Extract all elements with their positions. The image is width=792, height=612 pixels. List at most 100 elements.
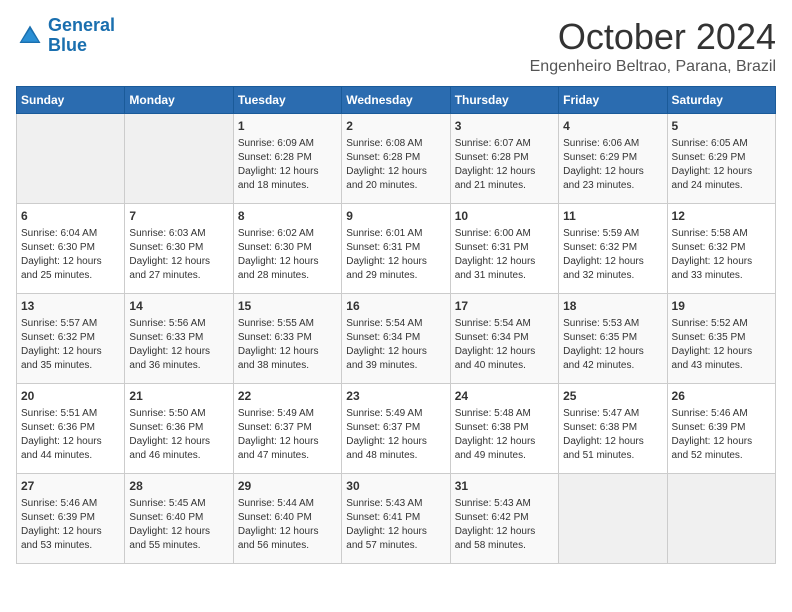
day-info: Sunrise: 5:54 AM Sunset: 6:34 PM Dayligh… — [455, 317, 554, 373]
day-number: 2 — [346, 118, 445, 135]
day-number: 25 — [563, 388, 662, 405]
logo-line2: Blue — [48, 35, 87, 55]
day-info: Sunrise: 5:44 AM Sunset: 6:40 PM Dayligh… — [238, 497, 337, 553]
calendar-cell: 29 Sunrise: 5:44 AM Sunset: 6:40 PM Dayli… — [233, 474, 341, 564]
day-number: 18 — [563, 298, 662, 315]
day-number: 1 — [238, 118, 337, 135]
day-number: 15 — [238, 298, 337, 315]
day-number: 8 — [238, 208, 337, 225]
day-number: 5 — [672, 118, 771, 135]
calendar-cell: 14Sunrise: 5:56 AM Sunset: 6:33 PM Dayli… — [125, 294, 233, 384]
day-info: Sunrise: 6:06 AM Sunset: 6:29 PM Dayligh… — [563, 137, 662, 193]
title-block: October 2024 Engenheiro Beltrao, Parana,… — [530, 16, 776, 76]
day-number: 6 — [21, 208, 120, 225]
calendar-cell: 25 Sunrise: 5:47 AM Sunset: 6:38 PM Dayli… — [559, 384, 667, 474]
calendar-cell: 8 Sunrise: 6:02 AM Sunset: 6:30 PM Daylig… — [233, 204, 341, 294]
calendar-cell: 13 Sunrise: 5:57 AM Sunset: 6:32 PM Dayli… — [17, 294, 125, 384]
day-info: Sunrise: 5:53 AM Sunset: 6:35 PM Dayligh… — [563, 317, 662, 373]
day-number: 28 — [129, 478, 228, 495]
calendar-cell: 24Sunrise: 5:48 AM Sunset: 6:38 PM Dayli… — [450, 384, 558, 474]
day-info: Sunrise: 6:02 AM Sunset: 6:30 PM Dayligh… — [238, 227, 337, 283]
day-number: 17 — [455, 298, 554, 315]
week-row-2: 6 Sunrise: 6:04 AM Sunset: 6:30 PM Daylig… — [17, 204, 776, 294]
col-friday: Friday — [559, 87, 667, 114]
day-info: Sunrise: 6:05 AM Sunset: 6:29 PM Dayligh… — [672, 137, 771, 193]
day-number: 20 — [21, 388, 120, 405]
col-sunday: Sunday — [17, 87, 125, 114]
day-number: 31 — [455, 478, 554, 495]
week-row-4: 20 Sunrise: 5:51 AM Sunset: 6:36 PM Dayli… — [17, 384, 776, 474]
day-info: Sunrise: 5:47 AM Sunset: 6:38 PM Dayligh… — [563, 407, 662, 463]
day-info: Sunrise: 5:58 AM Sunset: 6:32 PM Dayligh… — [672, 227, 771, 283]
day-info: Sunrise: 5:57 AM Sunset: 6:32 PM Dayligh… — [21, 317, 120, 373]
day-info: Sunrise: 6:07 AM Sunset: 6:28 PM Dayligh… — [455, 137, 554, 193]
day-info: Sunrise: 5:43 AM Sunset: 6:42 PM Dayligh… — [455, 497, 554, 553]
day-info: Sunrise: 5:46 AM Sunset: 6:39 PM Dayligh… — [672, 407, 771, 463]
calendar-cell: 6 Sunrise: 6:04 AM Sunset: 6:30 PM Daylig… — [17, 204, 125, 294]
calendar-cell: 22Sunrise: 5:49 AM Sunset: 6:37 PM Dayli… — [233, 384, 341, 474]
day-number: 19 — [672, 298, 771, 315]
day-info: Sunrise: 6:04 AM Sunset: 6:30 PM Dayligh… — [21, 227, 120, 283]
day-number: 13 — [21, 298, 120, 315]
day-info: Sunrise: 5:43 AM Sunset: 6:41 PM Dayligh… — [346, 497, 445, 553]
calendar-cell: 23Sunrise: 5:49 AM Sunset: 6:37 PM Dayli… — [342, 384, 450, 474]
day-number: 26 — [672, 388, 771, 405]
day-number: 4 — [563, 118, 662, 135]
day-number: 22 — [238, 388, 337, 405]
calendar-cell: 20 Sunrise: 5:51 AM Sunset: 6:36 PM Dayli… — [17, 384, 125, 474]
calendar-cell: 30 Sunrise: 5:43 AM Sunset: 6:41 PM Dayli… — [342, 474, 450, 564]
day-info: Sunrise: 5:54 AM Sunset: 6:34 PM Dayligh… — [346, 317, 445, 373]
day-number: 27 — [21, 478, 120, 495]
day-info: Sunrise: 6:09 AM Sunset: 6:28 PM Dayligh… — [238, 137, 337, 193]
calendar-cell: 19 Sunrise: 5:52 AM Sunset: 6:35 PM Dayli… — [667, 294, 775, 384]
logo-icon — [16, 22, 44, 50]
day-number: 30 — [346, 478, 445, 495]
logo-line1: General — [48, 15, 115, 35]
calendar-cell: 7Sunrise: 6:03 AM Sunset: 6:30 PM Daylig… — [125, 204, 233, 294]
day-info: Sunrise: 5:51 AM Sunset: 6:36 PM Dayligh… — [21, 407, 120, 463]
month-title: October 2024 — [530, 16, 776, 58]
calendar-cell: 31 Sunrise: 5:43 AM Sunset: 6:42 PM Dayli… — [450, 474, 558, 564]
week-row-3: 13 Sunrise: 5:57 AM Sunset: 6:32 PM Dayli… — [17, 294, 776, 384]
col-wednesday: Wednesday — [342, 87, 450, 114]
calendar-cell — [667, 474, 775, 564]
calendar-cell: 4 Sunrise: 6:06 AM Sunset: 6:29 PM Daylig… — [559, 114, 667, 204]
day-info: Sunrise: 5:52 AM Sunset: 6:35 PM Dayligh… — [672, 317, 771, 373]
col-monday: Monday — [125, 87, 233, 114]
day-info: Sunrise: 6:00 AM Sunset: 6:31 PM Dayligh… — [455, 227, 554, 283]
day-number: 21 — [129, 388, 228, 405]
day-number: 11 — [563, 208, 662, 225]
day-info: Sunrise: 5:50 AM Sunset: 6:36 PM Dayligh… — [129, 407, 228, 463]
day-info: Sunrise: 5:48 AM Sunset: 6:38 PM Dayligh… — [455, 407, 554, 463]
day-number: 23 — [346, 388, 445, 405]
day-info: Sunrise: 5:59 AM Sunset: 6:32 PM Dayligh… — [563, 227, 662, 283]
day-info: Sunrise: 6:03 AM Sunset: 6:30 PM Dayligh… — [129, 227, 228, 283]
calendar-cell: 10 Sunrise: 6:00 AM Sunset: 6:31 PM Dayli… — [450, 204, 558, 294]
calendar-cell: 5 Sunrise: 6:05 AM Sunset: 6:29 PM Daylig… — [667, 114, 775, 204]
calendar-cell: 16Sunrise: 5:54 AM Sunset: 6:34 PM Dayli… — [342, 294, 450, 384]
calendar-cell: 17 Sunrise: 5:54 AM Sunset: 6:34 PM Dayli… — [450, 294, 558, 384]
logo-text: General Blue — [48, 16, 115, 56]
day-info: Sunrise: 6:08 AM Sunset: 6:28 PM Dayligh… — [346, 137, 445, 193]
calendar-cell — [17, 114, 125, 204]
day-number: 10 — [455, 208, 554, 225]
day-number: 29 — [238, 478, 337, 495]
calendar-cell: 11 Sunrise: 5:59 AM Sunset: 6:32 PM Dayli… — [559, 204, 667, 294]
calendar-cell: 21 Sunrise: 5:50 AM Sunset: 6:36 PM Dayli… — [125, 384, 233, 474]
logo: General Blue — [16, 16, 115, 56]
calendar-cell: 3 Sunrise: 6:07 AM Sunset: 6:28 PM Daylig… — [450, 114, 558, 204]
week-row-5: 27 Sunrise: 5:46 AM Sunset: 6:39 PM Dayli… — [17, 474, 776, 564]
calendar-cell — [559, 474, 667, 564]
calendar-cell: 28Sunrise: 5:45 AM Sunset: 6:40 PM Dayli… — [125, 474, 233, 564]
col-tuesday: Tuesday — [233, 87, 341, 114]
calendar-cell: 9Sunrise: 6:01 AM Sunset: 6:31 PM Daylig… — [342, 204, 450, 294]
week-row-1: 1 Sunrise: 6:09 AM Sunset: 6:28 PM Daylig… — [17, 114, 776, 204]
day-info: Sunrise: 6:01 AM Sunset: 6:31 PM Dayligh… — [346, 227, 445, 283]
day-number: 3 — [455, 118, 554, 135]
calendar-cell: 1 Sunrise: 6:09 AM Sunset: 6:28 PM Daylig… — [233, 114, 341, 204]
day-info: Sunrise: 5:46 AM Sunset: 6:39 PM Dayligh… — [21, 497, 120, 553]
calendar-cell: 2 Sunrise: 6:08 AM Sunset: 6:28 PM Daylig… — [342, 114, 450, 204]
day-info: Sunrise: 5:56 AM Sunset: 6:33 PM Dayligh… — [129, 317, 228, 373]
calendar-cell: 12Sunrise: 5:58 AM Sunset: 6:32 PM Dayli… — [667, 204, 775, 294]
calendar-cell: 26 Sunrise: 5:46 AM Sunset: 6:39 PM Dayli… — [667, 384, 775, 474]
